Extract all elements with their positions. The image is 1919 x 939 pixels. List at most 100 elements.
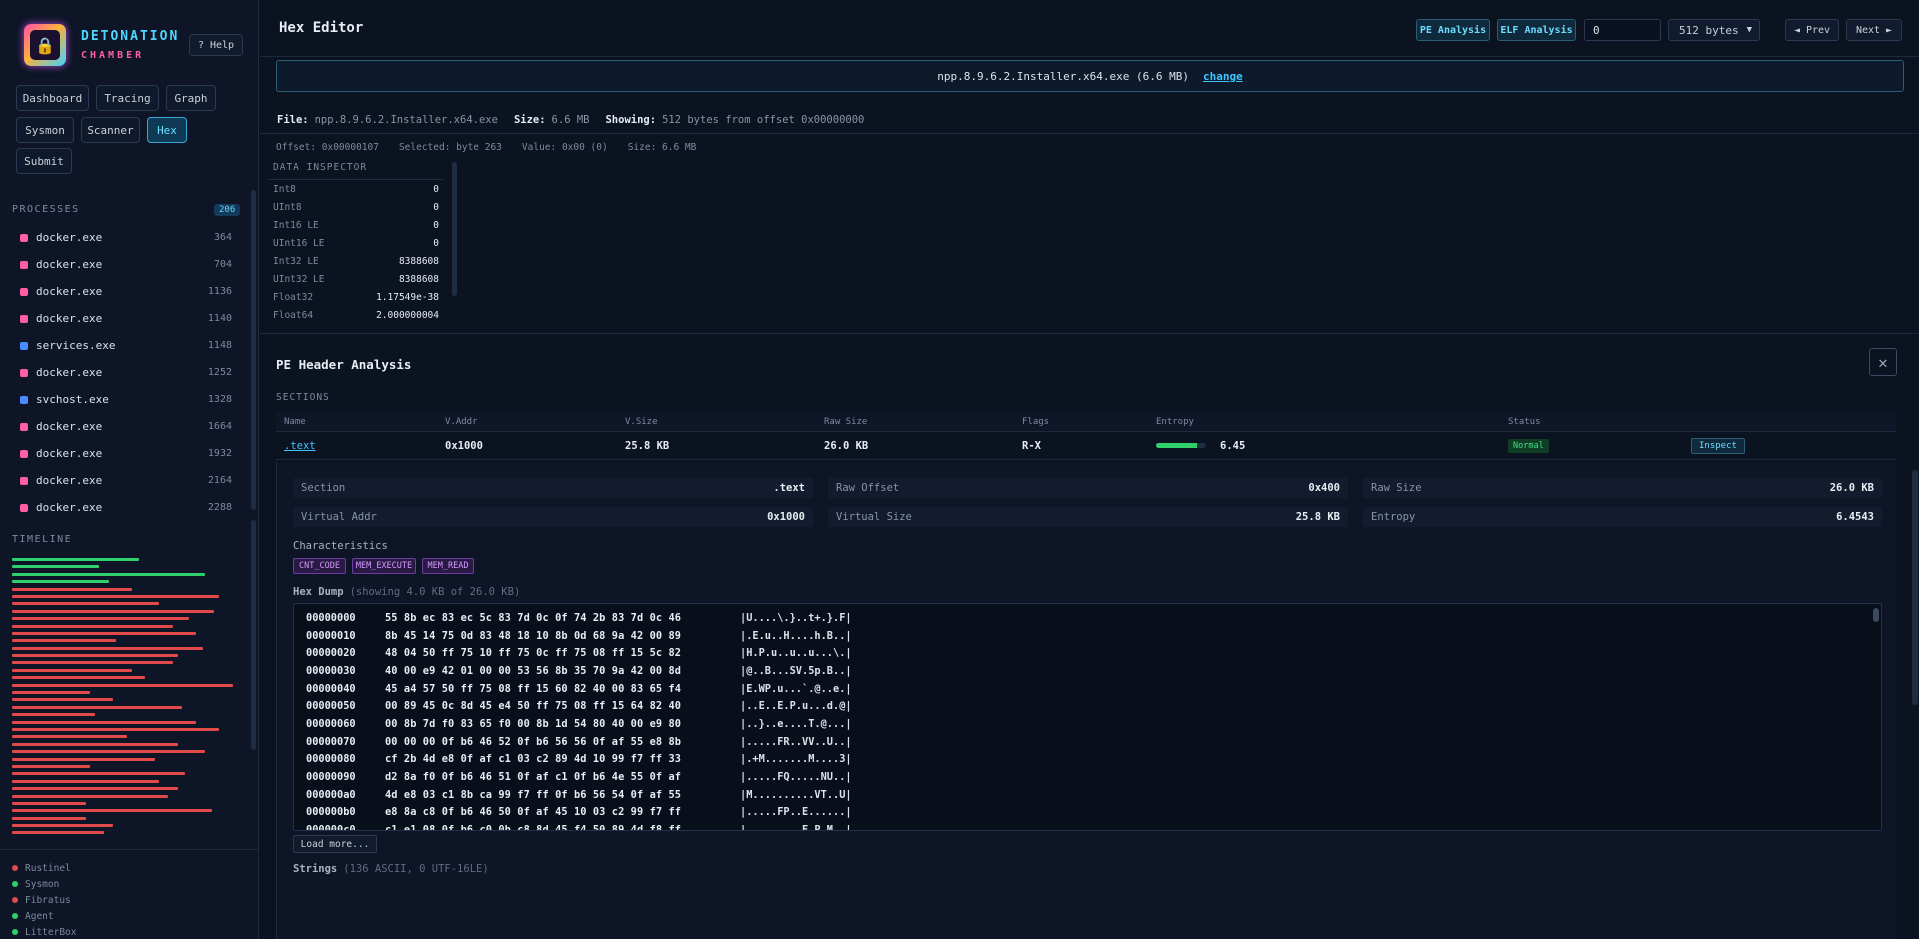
timeline-bar <box>12 654 178 658</box>
timeline-bar <box>12 787 178 791</box>
hexdump-line: 000000b0 e8 8a c8 0f b6 46 50 0f af 45 10… <box>294 804 1881 822</box>
timeline-bar <box>12 594 219 598</box>
bytes-select[interactable]: 512 bytes ▼ <box>1668 19 1760 41</box>
elf-analysis-button[interactable]: ELF Analysis <box>1497 19 1576 41</box>
close-button[interactable]: ✕ <box>1869 348 1897 376</box>
section-vaddr: 0x1000 <box>445 439 483 452</box>
process-pid: 2164 <box>207 475 232 486</box>
kv-virtual-addr-value: 0x1000 <box>767 511 805 523</box>
kv-section-label: Section <box>301 482 346 494</box>
process-item[interactable]: docker.exe 1140 <box>0 305 250 332</box>
process-pid: 1148 <box>207 340 232 351</box>
inspector-value: 1.17549e-38 <box>376 291 439 303</box>
timeline-bar <box>12 742 178 746</box>
prev-button[interactable]: ◄ Prev <box>1785 19 1839 41</box>
process-item[interactable]: services.exe 1148 <box>0 332 250 359</box>
hexdump-line: 000000c0 c1 e1 08 0f b6 c0 0b c8 8d 45 f4… <box>294 821 1881 830</box>
process-item[interactable]: docker.exe 704 <box>0 251 250 278</box>
timeline-bar <box>12 705 183 709</box>
nav-submit-button[interactable]: Submit <box>16 148 72 174</box>
main-scrollbar[interactable] <box>1912 470 1918 705</box>
process-item[interactable]: docker.exe 1252 <box>0 359 250 386</box>
kv-entropy: Entropy 6.4543 <box>1363 507 1882 527</box>
process-list-scrollbar[interactable] <box>251 190 256 510</box>
col-vaddr: V.Addr <box>445 416 478 427</box>
section-row[interactable]: .text 0x1000 25.8 KB 26.0 KB R-X 6.45 No… <box>276 432 1896 460</box>
process-item[interactable]: docker.exe 2164 <box>0 467 250 494</box>
process-type-icon <box>20 395 28 404</box>
process-pid: 1664 <box>207 421 232 432</box>
size-label: Size: <box>513 114 546 126</box>
hex-bytes: d2 8a f0 0f b6 46 51 0f af c1 0f b6 4e 5… <box>385 771 682 784</box>
hexdump-line: 00000040 45 a4 57 50 ff 75 08 ff 15 60 82… <box>294 680 1881 698</box>
process-pid: 2288 <box>207 502 232 513</box>
app-logo: 🔒 <box>24 24 66 66</box>
hex-ascii: |.....FP..E......| <box>740 806 852 819</box>
timeline-bar <box>12 565 100 569</box>
hexdump-line: 00000010 8b 45 14 75 0d 83 48 18 10 8b 0d… <box>294 627 1881 645</box>
next-button[interactable]: Next ► <box>1846 19 1902 41</box>
timeline-bar <box>12 646 203 650</box>
process-item[interactable]: docker.exe 364 <box>0 224 250 251</box>
hex-bytes: 00 89 45 0c 8d 45 e4 50 ff 75 08 ff 15 6… <box>385 700 682 713</box>
process-type-icon <box>20 368 28 377</box>
process-pid: 1140 <box>207 313 232 324</box>
timeline-bar <box>12 801 86 805</box>
change-file-link[interactable]: change <box>1203 70 1243 83</box>
hex-ascii: |U....\.}..t+.}.F| <box>740 611 852 624</box>
timeline-bar <box>12 809 213 813</box>
process-item[interactable]: svchost.exe 1328 <box>0 386 250 413</box>
hex-offset: 00000060 <box>306 717 356 730</box>
hex-bytes: 00 00 00 0f b6 46 52 0f b6 56 56 0f af 5… <box>385 735 682 748</box>
process-pid: 364 <box>213 232 232 243</box>
file-banner-name: npp.8.9.6.2.Installer.x64.exe (6.6 MB) <box>937 69 1189 83</box>
hex-bytes: cf 2b 4d e8 0f af c1 03 c2 89 4d 10 99 f… <box>385 753 682 766</box>
legend-label: Fibratus <box>25 894 71 906</box>
timeline-bar <box>12 764 91 768</box>
legend-item: Sysmon <box>12 876 76 892</box>
nav-graph-button[interactable]: Graph <box>166 85 216 111</box>
timeline-bar <box>12 580 109 584</box>
nav-scanner-button[interactable]: Scanner <box>81 117 140 143</box>
load-more-button[interactable]: Load more... <box>293 835 377 853</box>
nav-sysmon-button[interactable]: Sysmon <box>16 117 74 143</box>
inspector-row: Float32 1.17549e-38 <box>268 288 443 306</box>
inspect-button[interactable]: Inspect <box>1691 437 1745 454</box>
hexdump-view[interactable]: 00000000 55 8b ec 83 ec 5c 83 7d 0c 0f 74… <box>293 603 1882 831</box>
timeline-bar <box>12 683 233 687</box>
pe-analysis-button[interactable]: PE Analysis <box>1416 19 1490 41</box>
process-item[interactable]: docker.exe 1136 <box>0 278 250 305</box>
file-banner: npp.8.9.6.2.Installer.x64.exe (6.6 MB) c… <box>276 60 1904 92</box>
process-name: docker.exe <box>36 285 103 298</box>
timeline-bar <box>12 661 173 665</box>
nav-tracing-button[interactable]: Tracing <box>96 85 159 111</box>
kv-virtual-size: Virtual Size 25.8 KB <box>828 507 1348 527</box>
hex-ascii: |.+M.......M....3| <box>740 753 852 766</box>
timeline-bar <box>12 572 206 576</box>
nav-dashboard-button[interactable]: Dashboard <box>16 85 89 111</box>
hex-bytes: e8 8a c8 0f b6 46 50 0f af 45 10 03 c2 9… <box>385 806 682 819</box>
characteristics-label: Characteristics <box>293 540 388 552</box>
section-name-link[interactable]: .text <box>284 440 316 452</box>
timeline-bar <box>12 698 114 702</box>
value-info: Value: 0x00 (0) <box>521 142 608 153</box>
inspector-scrollbar[interactable] <box>452 162 457 296</box>
process-type-icon <box>20 449 28 458</box>
nav-hex-button[interactable]: Hex <box>147 117 187 143</box>
inspector-row: Float64 2.000000004 <box>268 306 443 324</box>
legend-dot-icon <box>12 913 18 919</box>
inspector-row: UInt32 LE 8388608 <box>268 270 443 288</box>
process-item[interactable]: docker.exe 1664 <box>0 413 250 440</box>
legend-dot-icon <box>12 897 18 903</box>
inspector-key: Int16 LE <box>273 219 319 231</box>
hexdump-line: 00000050 00 89 45 0c 8d 45 e4 50 ff 75 08… <box>294 697 1881 715</box>
timeline-scrollbar[interactable] <box>251 520 256 750</box>
help-button[interactable]: ? Help <box>189 34 243 56</box>
hexdump-line: 00000030 40 00 e9 42 01 00 00 53 56 8b 35… <box>294 662 1881 680</box>
strings-note: (136 ASCII, 0 UTF-16LE) <box>343 863 489 875</box>
hexdump-scrollbar[interactable] <box>1873 608 1879 622</box>
offset-input[interactable]: 0 <box>1584 19 1661 41</box>
process-item[interactable]: docker.exe 1932 <box>0 440 250 467</box>
process-item[interactable]: docker.exe 2288 <box>0 494 250 521</box>
data-inspector: DATA INSPECTOR Int8 0 UInt8 0 Int16 LE 0 UInt1… <box>268 162 443 333</box>
